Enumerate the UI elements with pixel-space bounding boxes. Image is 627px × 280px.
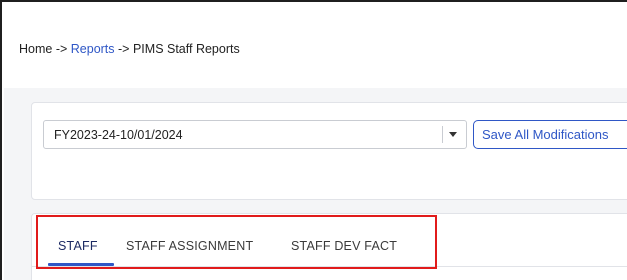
breadcrumb-current: PIMS Staff Reports	[132, 42, 240, 56]
period-select[interactable]: FY2023-24-10/01/2024	[43, 120, 467, 149]
tabs-highlight-box	[36, 215, 437, 269]
breadcrumb-reports-link[interactable]: Reports	[71, 42, 115, 56]
breadcrumb-separator: ->	[52, 42, 71, 56]
select-divider	[442, 126, 443, 143]
breadcrumb-separator: ->	[114, 42, 133, 56]
breadcrumb: Home -> Reports -> PIMS Staff Reports	[19, 42, 240, 56]
filter-card	[31, 102, 627, 200]
save-all-modifications-button[interactable]: Save All Modifications	[473, 120, 627, 149]
period-select-value: FY2023-24-10/01/2024	[54, 128, 183, 142]
breadcrumb-home[interactable]: Home	[19, 42, 52, 56]
caret-down-icon[interactable]	[449, 132, 457, 137]
app-window: Home -> Reports -> PIMS Staff Reports FY…	[0, 0, 627, 280]
